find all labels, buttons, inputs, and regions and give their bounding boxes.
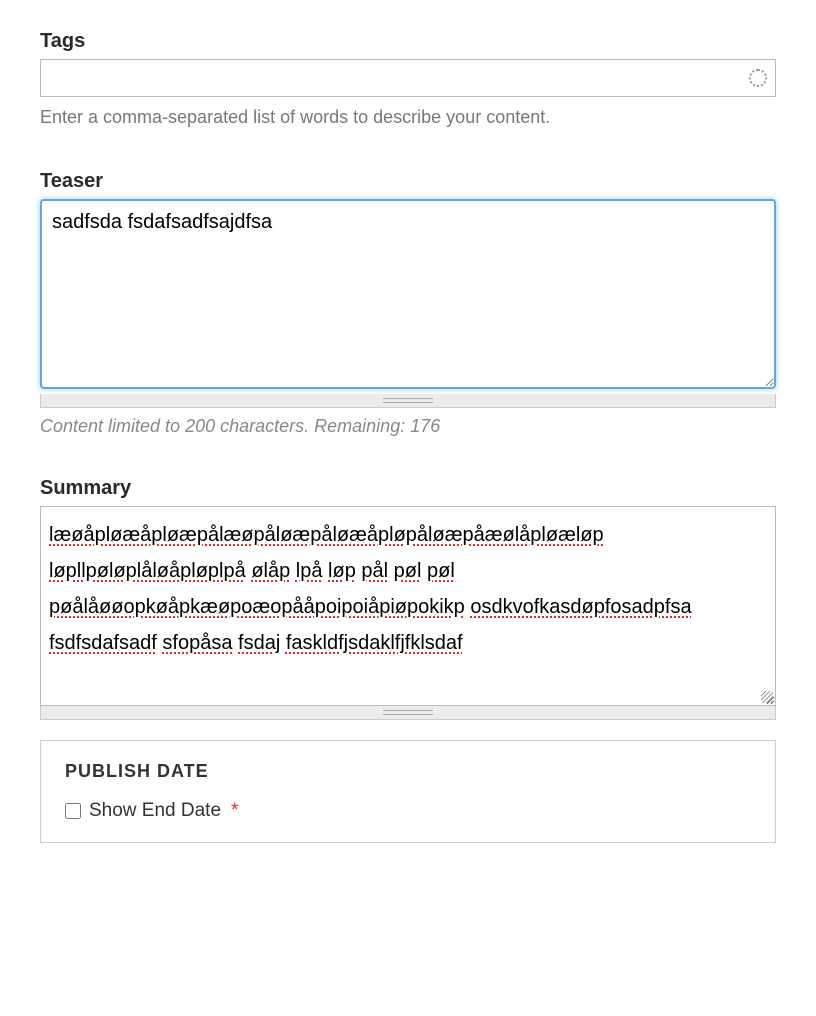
show-end-date-checkbox[interactable] xyxy=(65,803,81,819)
summary-resize-handle[interactable] xyxy=(40,706,776,720)
teaser-textarea[interactable]: sadfsda fsdafsadfsajdfsa xyxy=(40,199,776,389)
drag-lines-icon xyxy=(383,398,433,403)
show-end-date-label: Show End Date xyxy=(89,800,221,822)
resize-corner-icon xyxy=(761,691,773,703)
show-end-date-row: Show End Date * xyxy=(65,800,751,822)
publish-date-legend: PUBLISH DATE xyxy=(65,761,751,782)
summary-label: Summary xyxy=(40,477,776,500)
teaser-char-limit: Content limited to 200 characters. Remai… xyxy=(40,416,776,437)
tags-label: Tags xyxy=(40,30,776,53)
tags-help-text: Enter a comma-separated list of words to… xyxy=(40,105,776,130)
loading-spinner-icon xyxy=(749,69,767,87)
limit-mid: characters. Remaining: xyxy=(215,416,410,436)
summary-field-group: Summary læøåpløæåpløæpålæøpåløæpåløæåplø… xyxy=(40,477,776,720)
summary-textarea[interactable]: læøåpløæåpløæpålæøpåløæpåløæåpløpåløæpåæ… xyxy=(40,506,776,706)
teaser-field-group: Teaser sadfsda fsdafsadfsajdfsa Content … xyxy=(40,170,776,437)
tags-input-wrapper xyxy=(40,59,776,97)
limit-prefix: Content limited to xyxy=(40,416,185,436)
drag-lines-icon xyxy=(383,710,433,715)
tags-field-group: Tags Enter a comma-separated list of wor… xyxy=(40,30,776,130)
teaser-resize-handle[interactable] xyxy=(40,394,776,408)
publish-date-fieldset: PUBLISH DATE Show End Date * xyxy=(40,740,776,843)
limit-remaining: 176 xyxy=(410,416,440,436)
summary-content: læøåpløæåpløæpålæøpåløæpåløæåpløpåløæpåæ… xyxy=(49,524,692,654)
required-star-icon: * xyxy=(231,800,238,822)
teaser-label: Teaser xyxy=(40,170,776,193)
tags-input[interactable] xyxy=(41,60,775,96)
limit-chars: 200 xyxy=(185,416,215,436)
